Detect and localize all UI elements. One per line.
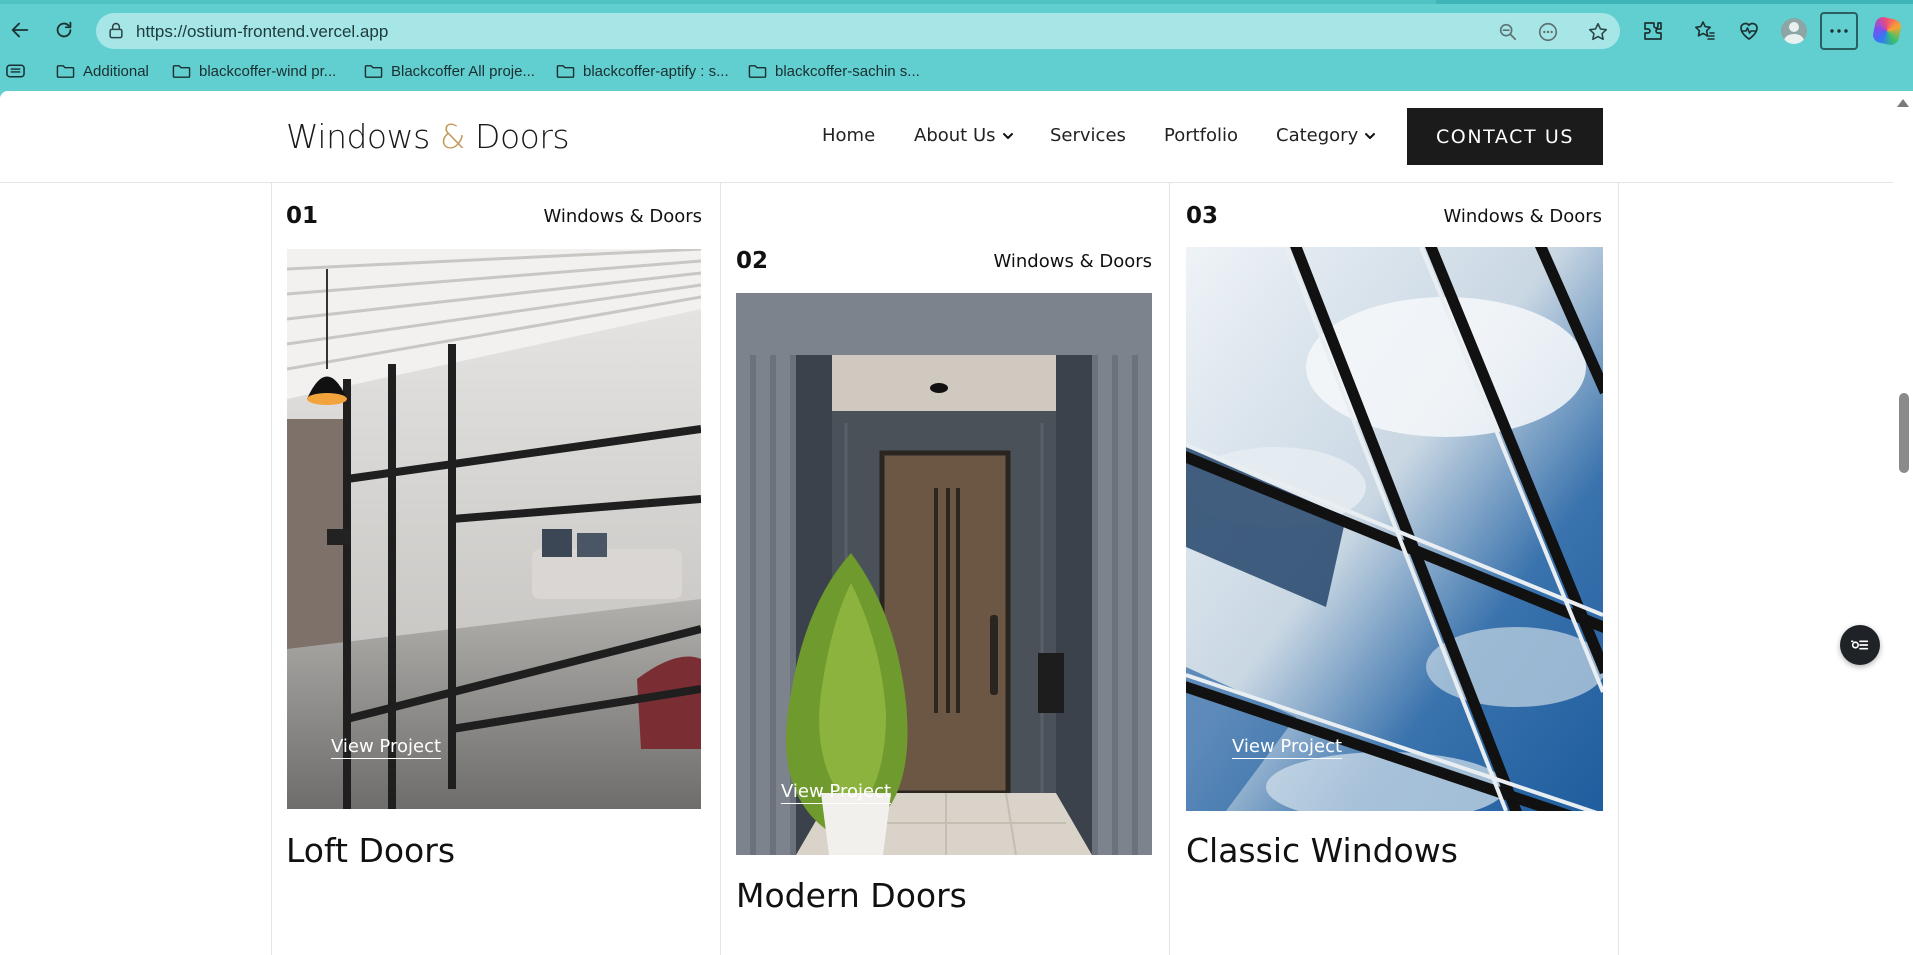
nav-label: About Us	[914, 125, 996, 146]
nav-portfolio[interactable]: Portfolio	[1164, 125, 1238, 146]
card-image-loft-doors[interactable]	[287, 249, 701, 809]
card-title[interactable]: Classic Windows	[1186, 831, 1458, 870]
card-category: Windows & Doors	[993, 251, 1153, 272]
back-arrow-icon	[11, 22, 29, 38]
logo-text-windows: Windows	[286, 117, 440, 156]
url-text[interactable]: https://ostium-frontend.vercel.app	[136, 22, 388, 42]
address-bar[interactable]: https://ostium-frontend.vercel.app	[96, 13, 1620, 49]
folder-icon	[56, 65, 75, 78]
browser-toolbar: https://ostium-frontend.vercel.app	[0, 4, 1913, 56]
page-viewport: Windows & Doors Home About Us Services P…	[0, 91, 1913, 955]
nav-about-us[interactable]: About Us	[914, 125, 1014, 146]
card-image-modern-doors[interactable]	[736, 293, 1152, 855]
view-project-link[interactable]: View Project	[1232, 736, 1343, 759]
favorites-icon	[1695, 21, 1715, 40]
bookmark-folder-sachin[interactable]: blackcoffer-sachin s...	[748, 60, 920, 82]
logo-ampersand: &	[439, 117, 466, 156]
bookmark-folder-all-projects[interactable]: Blackcoffer All proje...	[364, 60, 535, 82]
bookmark-label: blackcoffer-sachin s...	[775, 62, 920, 80]
nav-label: Category	[1276, 125, 1359, 146]
scroll-thumb[interactable]	[1899, 393, 1909, 473]
bookmark-label: blackcoffer-wind pr...	[199, 62, 337, 80]
contact-us-button[interactable]: CONTACT US	[1407, 108, 1603, 165]
loft-interior-photo	[287, 249, 701, 809]
profile-button[interactable]	[1779, 16, 1809, 46]
scroll-up-arrow-icon[interactable]	[1897, 99, 1909, 107]
card-number: 03	[1186, 203, 1219, 229]
column-divider	[271, 183, 272, 955]
reading-list-button[interactable]	[6, 60, 25, 82]
glass-facade-photo	[1186, 247, 1603, 811]
filter-settings-icon	[1850, 640, 1869, 650]
more-button[interactable]	[1820, 12, 1858, 50]
nav-services[interactable]: Services	[1050, 125, 1126, 146]
nav-category[interactable]: Category	[1276, 125, 1376, 146]
page-scrollbar[interactable]	[1893, 91, 1913, 955]
bookmark-folder-wind[interactable]: blackcoffer-wind pr...	[172, 60, 336, 82]
folder-icon	[556, 65, 575, 78]
nav-label: Portfolio	[1164, 125, 1239, 146]
reading-list-icon	[6, 64, 25, 78]
modern-door-photo	[736, 293, 1152, 855]
chevron-down-icon	[1365, 132, 1376, 139]
chevron-down-icon	[1002, 132, 1013, 139]
nav-label: Services	[1050, 125, 1126, 146]
card-number: 01	[286, 203, 319, 229]
column-divider	[720, 183, 721, 955]
folder-icon	[364, 65, 383, 78]
bookmark-label: blackcoffer-aptify : s...	[583, 62, 729, 80]
logo-text-doors: Doors	[465, 117, 570, 156]
bookmark-label: Additional	[83, 62, 149, 80]
floating-filter-button[interactable]	[1840, 625, 1880, 665]
zoom-out-icon	[1499, 23, 1517, 41]
read-aloud-button[interactable]	[1536, 20, 1560, 44]
column-divider	[1169, 183, 1170, 955]
bookmark-label: Blackcoffer All proje...	[391, 62, 535, 80]
column-divider	[1618, 183, 1619, 955]
extensions-icon	[1644, 22, 1662, 40]
zoom-out-button[interactable]	[1496, 20, 1520, 44]
more-icon	[1830, 29, 1848, 33]
bookmark-folder-aptify[interactable]: blackcoffer-aptify : s...	[556, 60, 729, 82]
bookmarks-bar: Additional blackcoffer-wind pr... Blackc…	[0, 56, 1913, 86]
site-logo[interactable]: Windows & Doors	[286, 117, 570, 156]
nav-label: Home	[822, 125, 876, 146]
reload-button[interactable]	[48, 14, 80, 46]
view-project-link[interactable]: View Project	[331, 736, 442, 759]
health-button[interactable]	[1734, 16, 1764, 46]
health-icon	[1740, 22, 1758, 41]
favorite-star-icon	[1588, 22, 1608, 41]
bookmark-folder-additional[interactable]: Additional	[56, 60, 149, 82]
view-project-link[interactable]: View Project	[781, 781, 892, 804]
favorite-button[interactable]	[1586, 20, 1610, 44]
read-aloud-icon	[1538, 22, 1558, 42]
card-title[interactable]: Loft Doors	[286, 831, 455, 870]
favorites-button[interactable]	[1690, 16, 1720, 46]
nav-home[interactable]: Home	[822, 125, 875, 146]
card-number: 02	[736, 248, 769, 274]
site-header: Windows & Doors Home About Us Services P…	[0, 91, 1893, 183]
copilot-button[interactable]	[1871, 15, 1903, 47]
card-image-classic-windows[interactable]	[1186, 247, 1603, 811]
card-title[interactable]: Modern Doors	[736, 876, 967, 915]
lock-icon[interactable]	[106, 21, 126, 41]
profile-icon	[1781, 18, 1807, 44]
card-category: Windows & Doors	[1443, 206, 1603, 227]
folder-icon	[172, 65, 191, 78]
copilot-icon	[1871, 15, 1903, 47]
reload-icon	[56, 21, 72, 38]
card-category: Windows & Doors	[543, 206, 703, 227]
extensions-button[interactable]	[1638, 16, 1668, 46]
back-button[interactable]	[4, 14, 36, 46]
folder-icon	[748, 65, 767, 78]
